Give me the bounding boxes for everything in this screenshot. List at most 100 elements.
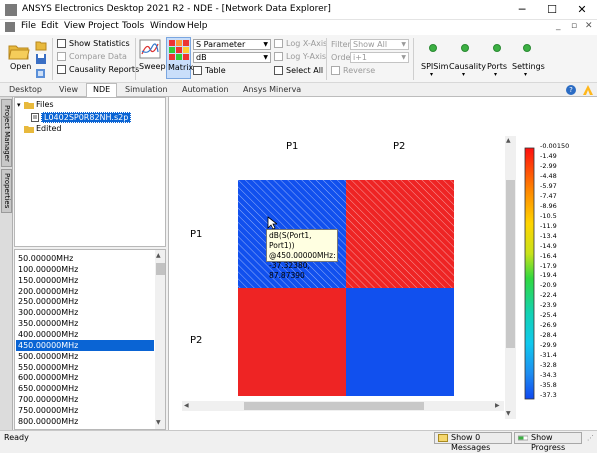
colorbar-tick-label: -14.9 xyxy=(540,241,557,250)
matrix-horizontal-scrollbar[interactable]: ◀ ▶ xyxy=(182,401,504,411)
settings-dropdown-icon[interactable]: ▾ xyxy=(524,71,527,78)
show-progress-button[interactable]: Show Progress xyxy=(514,432,582,452)
frequency-item[interactable]: 100.00000MHz xyxy=(16,264,154,275)
colorbar-tick-label: -17.9 xyxy=(540,261,557,270)
spisim-button[interactable]: SPISim xyxy=(421,62,448,71)
tab-view[interactable]: View xyxy=(59,85,78,94)
frequency-item[interactable]: 350.00000MHz xyxy=(16,318,154,329)
frequency-item[interactable]: 500.00000MHz xyxy=(16,351,154,362)
format-select[interactable]: dB ▼ xyxy=(193,52,271,63)
show-statistics-checkbox[interactable] xyxy=(57,39,66,48)
close-button[interactable]: ✕ xyxy=(567,0,597,20)
mdi-minimize-button[interactable]: _ xyxy=(556,21,561,31)
scroll-left-icon[interactable]: ◀ xyxy=(184,402,189,409)
ribbon-tabs: Desktop View NDE Simulation Automation A… xyxy=(0,83,597,98)
scroll-thumb[interactable] xyxy=(156,263,165,275)
frequency-item[interactable]: 550.00000MHz xyxy=(16,362,154,373)
cell-p1-p2[interactable] xyxy=(346,180,454,288)
frequency-item[interactable]: 450.00000MHz xyxy=(16,339,154,351)
scroll-right-icon[interactable]: ▶ xyxy=(495,402,500,409)
scroll-thumb[interactable] xyxy=(506,180,515,348)
frequency-item[interactable]: 250.00000MHz xyxy=(16,296,154,307)
settings-button[interactable]: Settings xyxy=(512,62,545,71)
frequency-item[interactable]: 150.00000MHz xyxy=(16,275,154,286)
tab-automation[interactable]: Automation xyxy=(182,85,229,94)
help-icon[interactable]: ? xyxy=(566,85,576,95)
collapse-icon[interactable]: ▾ xyxy=(17,101,21,109)
sweep-button[interactable]: Sweep xyxy=(139,39,166,79)
ports-button[interactable]: Ports xyxy=(487,62,507,71)
scroll-up-icon[interactable]: ▲ xyxy=(156,252,161,259)
scroll-down-icon[interactable]: ▼ xyxy=(506,410,511,417)
causality-button[interactable]: Causality xyxy=(449,62,486,71)
scroll-thumb[interactable] xyxy=(244,402,424,410)
log-y-axis-checkbox[interactable] xyxy=(274,52,283,61)
ports-dropdown-icon[interactable]: ▾ xyxy=(494,71,497,78)
menu-file[interactable]: File xyxy=(21,21,36,31)
frequency-item[interactable]: 800.00000MHz xyxy=(16,416,154,427)
frequency-item[interactable]: 750.00000MHz xyxy=(16,405,154,416)
spisim-dropdown-icon[interactable]: ▾ xyxy=(430,71,433,78)
cell-p2-p1[interactable] xyxy=(238,288,346,396)
export-icon[interactable] xyxy=(35,67,47,79)
filter-select[interactable]: Show All ▼ xyxy=(350,39,409,50)
save-icon[interactable] xyxy=(35,53,47,65)
frequency-item[interactable]: 300.00000MHz xyxy=(16,307,154,318)
menu-project[interactable]: Project xyxy=(88,21,119,31)
select-all-checkbox[interactable] xyxy=(274,66,283,75)
tab-project-manager[interactable]: Project Manager xyxy=(1,99,12,167)
menu-help[interactable]: Help xyxy=(187,21,208,31)
scroll-up-icon[interactable]: ▲ xyxy=(506,137,511,144)
tree-root-files[interactable]: Files xyxy=(36,100,54,109)
compare-data-checkbox[interactable] xyxy=(57,52,66,61)
tab-nde[interactable]: NDE xyxy=(86,83,118,98)
resize-grip-icon[interactable]: ⋰ xyxy=(587,434,594,442)
menu-window[interactable]: Window xyxy=(150,21,186,31)
reverse-checkbox[interactable] xyxy=(331,66,340,75)
frequency-item[interactable]: 700.00000MHz xyxy=(16,394,154,405)
causality-dropdown-icon[interactable]: ▾ xyxy=(462,71,465,78)
chevron-down-icon: ▼ xyxy=(401,41,406,48)
mdi-close-button[interactable]: ✕ xyxy=(585,21,593,31)
tree-item-edited[interactable]: Edited xyxy=(36,124,62,133)
order-select-value: i+1 xyxy=(353,53,368,62)
table-checkbox[interactable] xyxy=(193,66,202,75)
scroll-down-icon[interactable]: ▼ xyxy=(156,419,161,426)
file-tree: ▾ Files L0402SP0R82NH.s2p Edited xyxy=(14,97,166,247)
frequency-item[interactable]: 50.00000MHz xyxy=(16,253,154,264)
frequency-item[interactable]: 200.00000MHz xyxy=(16,286,154,297)
folder-icon xyxy=(24,102,34,109)
frequency-item[interactable]: 400.00000MHz xyxy=(16,329,154,340)
open-button[interactable]: Open xyxy=(8,42,31,71)
menu-edit[interactable]: Edit xyxy=(41,21,58,31)
chevron-down-icon: ▼ xyxy=(401,54,406,61)
frequency-item[interactable]: 600.00000MHz xyxy=(16,372,154,383)
colorbar-tick-label: -7.47 xyxy=(540,191,557,200)
folder-icon[interactable] xyxy=(35,39,47,51)
order-select[interactable]: i+1 ▼ xyxy=(350,52,409,63)
show-progress-label: Show Progress xyxy=(531,433,566,452)
log-x-axis-checkbox[interactable] xyxy=(274,39,283,48)
folder-open-icon xyxy=(8,45,30,60)
matrix-button[interactable]: Matrix xyxy=(166,37,193,79)
show-messages-button[interactable]: Show 0 Messages xyxy=(434,432,512,452)
causality-reports-checkbox[interactable] xyxy=(57,65,66,74)
mdi-restore-button[interactable]: ▫ xyxy=(571,21,577,31)
tab-desktop[interactable]: Desktop xyxy=(9,85,42,94)
frequency-list-scrollbar[interactable]: ▲ ▼ xyxy=(155,250,165,429)
matrix-vertical-scrollbar[interactable]: ▲ ▼ xyxy=(505,136,516,419)
tree-item-file[interactable]: L0402SP0R82NH.s2p xyxy=(41,112,132,123)
minimize-button[interactable]: ─ xyxy=(507,0,537,20)
tab-simulation[interactable]: Simulation xyxy=(125,85,168,94)
table-label: Table xyxy=(205,66,226,75)
tab-properties[interactable]: Properties xyxy=(1,169,12,213)
parameter-select[interactable]: S Parameter ▼ xyxy=(193,39,271,50)
menu-view[interactable]: View xyxy=(64,21,85,31)
cell-p2-p2[interactable] xyxy=(346,288,454,396)
maximize-button[interactable]: ☐ xyxy=(537,0,567,20)
compare-data-label: Compare Data xyxy=(69,52,127,61)
tab-ansys-minerva[interactable]: Ansys Minerva xyxy=(243,85,301,94)
frequency-item[interactable]: 650.00000MHz xyxy=(16,383,154,394)
format-select-value: dB xyxy=(196,53,207,62)
menu-tools[interactable]: Tools xyxy=(122,21,144,31)
